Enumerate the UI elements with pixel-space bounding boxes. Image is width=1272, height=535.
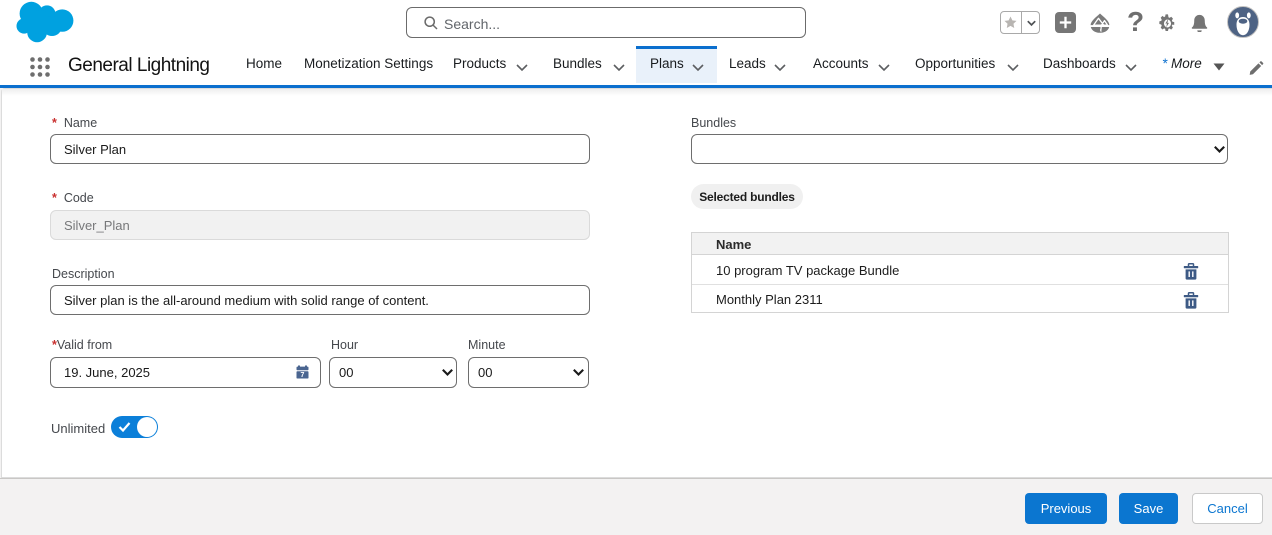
svg-text:7: 7 <box>301 372 305 379</box>
